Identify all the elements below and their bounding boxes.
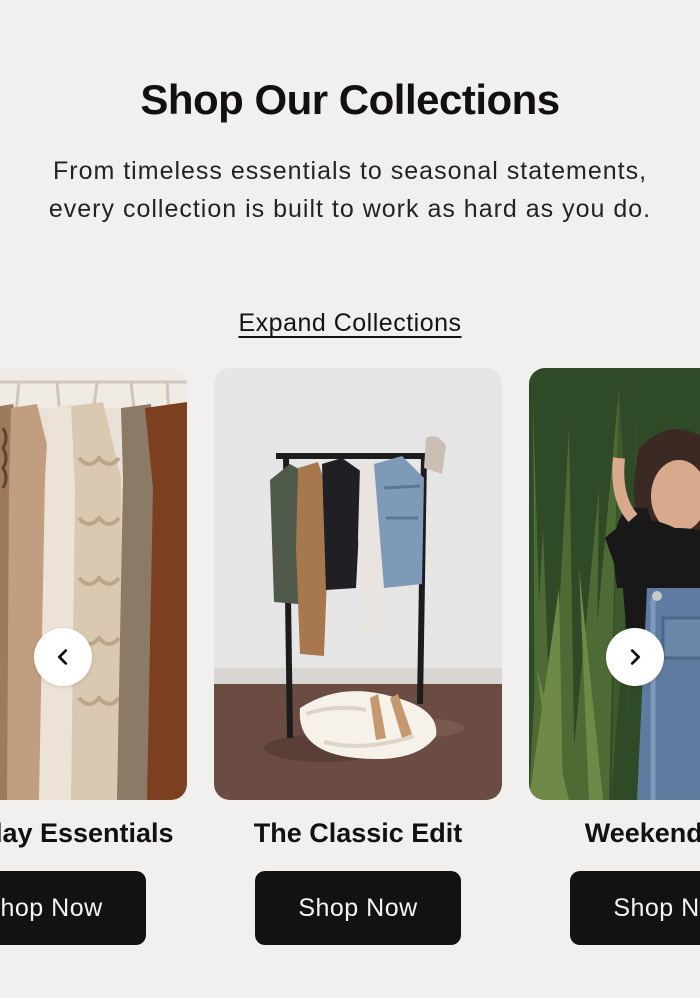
collections-page: Shop Our Collections From timeless essen… xyxy=(0,0,700,998)
collection-title[interactable]: The Classic Edit xyxy=(214,818,502,849)
collection-image-knitwear[interactable] xyxy=(0,368,187,800)
page-intro: From timeless essentials to seasonal sta… xyxy=(48,157,652,223)
clothing-rack-image xyxy=(214,368,502,800)
collection-card[interactable]: Everyday Essentials Shop Now xyxy=(0,368,187,948)
shop-now-button[interactable]: Shop Now xyxy=(570,871,700,945)
carousel-prev-button[interactable] xyxy=(34,628,92,686)
collection-title[interactable]: Everyday Essentials xyxy=(0,818,187,849)
knitwear-image xyxy=(0,368,187,800)
chevron-right-icon xyxy=(630,649,641,665)
collection-image-classic[interactable] xyxy=(214,368,502,800)
shop-now-button[interactable]: Shop Now xyxy=(0,871,146,945)
shop-now-button[interactable]: Shop Now xyxy=(255,871,461,945)
collection-image-weekend[interactable] xyxy=(529,368,700,800)
collection-card[interactable]: The Classic Edit Shop Now xyxy=(214,368,502,948)
expand-collections-row: Expand Collections xyxy=(0,309,700,338)
carousel-next-button[interactable] xyxy=(606,628,664,686)
collection-title[interactable]: Weekend Edit xyxy=(529,818,700,849)
denim-overalls-image xyxy=(529,368,700,800)
page-title: Shop Our Collections xyxy=(140,76,560,123)
expand-collections-link[interactable]: Expand Collections xyxy=(238,309,461,337)
chevron-left-icon xyxy=(57,649,68,665)
collections-carousel: Everyday Essentials Shop Now xyxy=(0,368,700,968)
